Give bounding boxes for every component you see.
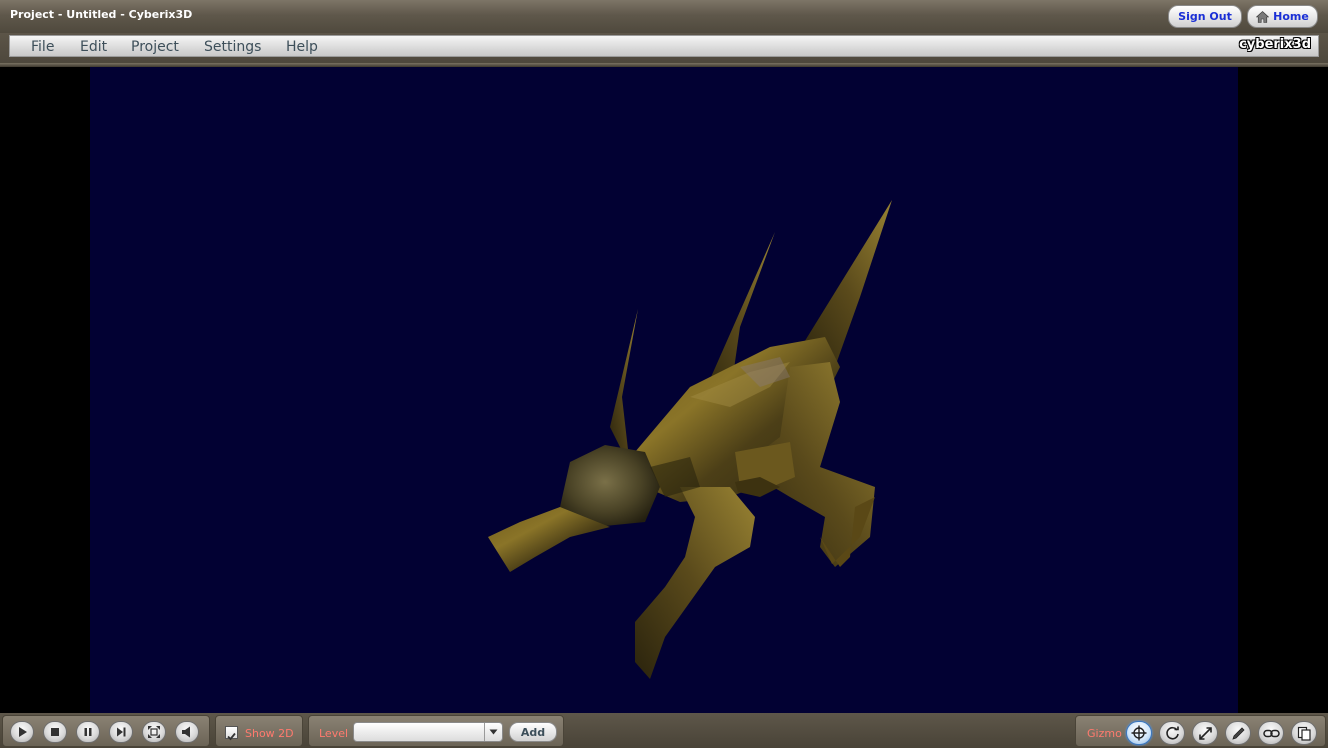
level-panel: Level Add: [308, 715, 564, 747]
copy-icon: [1297, 726, 1311, 741]
level-select[interactable]: [353, 722, 503, 742]
show-2d-label: Show 2D: [245, 727, 294, 740]
menu-project[interactable]: Project: [131, 39, 179, 55]
pause-icon: [84, 728, 92, 736]
sign-out-button[interactable]: Sign Out: [1168, 5, 1242, 28]
gizmo-panel: Gizmo: [1075, 715, 1326, 747]
chevron-down-icon: [489, 729, 498, 735]
rotate-icon: [1165, 726, 1179, 740]
pause-button[interactable]: [76, 721, 100, 743]
creature-model[interactable]: [90, 67, 1238, 713]
edit-tool-button[interactable]: [1225, 721, 1251, 745]
playback-panel: [2, 715, 210, 747]
stop-button[interactable]: [43, 721, 67, 743]
menu-bar-container: File Edit Project Settings Help cyberix3…: [0, 33, 1328, 64]
sign-out-label: Sign Out: [1178, 10, 1232, 23]
menu-settings[interactable]: Settings: [204, 39, 261, 55]
scale-icon: [1198, 726, 1212, 740]
fullscreen-icon: [148, 726, 160, 738]
add-level-button[interactable]: Add: [509, 722, 557, 742]
play-icon: [19, 727, 27, 737]
window-title: Project - Untitled - Cyberix3D: [10, 8, 193, 21]
move-tool-button[interactable]: [1126, 721, 1152, 745]
play-button[interactable]: [10, 721, 34, 743]
scale-tool-button[interactable]: [1192, 721, 1218, 745]
menu-file[interactable]: File: [31, 39, 54, 55]
home-button[interactable]: Home: [1247, 5, 1318, 28]
step-forward-button[interactable]: [109, 721, 133, 743]
display-panel: Show 2D: [215, 715, 303, 747]
menu-help[interactable]: Help: [286, 39, 318, 55]
menu-edit[interactable]: Edit: [80, 39, 107, 55]
dropdown-arrow[interactable]: [484, 723, 502, 741]
edit-icon: [1231, 726, 1245, 740]
rotate-tool-button[interactable]: [1159, 721, 1185, 745]
add-label: Add: [520, 725, 546, 739]
bottom-toolbar: Show 2D Level Add Gizmo: [0, 713, 1328, 748]
sound-icon: [182, 726, 190, 738]
viewport-area: [0, 67, 1328, 713]
step-forward-icon: [117, 727, 126, 737]
copy-tool-button[interactable]: [1291, 721, 1317, 745]
title-bar: Project - Untitled - Cyberix3D Sign Out …: [0, 0, 1328, 33]
move-icon: [1131, 725, 1147, 741]
show-2d-checkbox[interactable]: [225, 726, 238, 741]
link-tool-button[interactable]: [1258, 721, 1284, 745]
home-icon: [1256, 10, 1270, 23]
3d-viewport[interactable]: [90, 67, 1238, 713]
link-icon: [1262, 729, 1280, 737]
checkmark-icon: [227, 732, 236, 741]
stop-icon: [51, 728, 59, 736]
sound-button[interactable]: [175, 721, 199, 743]
fullscreen-button[interactable]: [142, 721, 166, 743]
home-label: Home: [1273, 10, 1309, 23]
brand-logo: cyberix3d: [1239, 37, 1311, 52]
gizmo-label: Gizmo: [1087, 727, 1122, 740]
menu-bar: File Edit Project Settings Help cyberix3…: [9, 35, 1319, 57]
level-label: Level: [319, 727, 349, 740]
